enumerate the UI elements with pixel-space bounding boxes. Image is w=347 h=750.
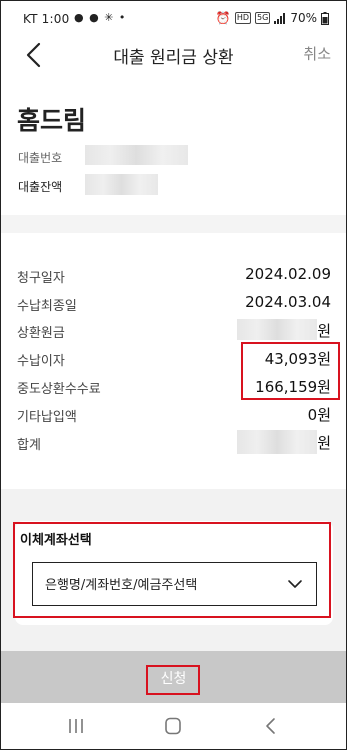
loan-number-masked bbox=[85, 145, 188, 165]
loan-balance-label: 대출잔액 bbox=[18, 180, 63, 194]
detail-value: 2024.03.04 bbox=[245, 293, 331, 311]
status-time: KT 1:00 bbox=[23, 12, 70, 26]
alarm-icon: ⏰ bbox=[215, 11, 231, 25]
home-icon[interactable] bbox=[163, 717, 183, 735]
app-screen: KT 1:00 ● ● ✳ • ⏰ HD 5G 70% 대출 원리금 상환 취소… bbox=[0, 0, 347, 750]
5g-icon: 5G bbox=[255, 12, 271, 24]
detail-label: 상환원금 bbox=[17, 326, 65, 341]
recents-icon[interactable] bbox=[66, 717, 86, 735]
highlight-box-apply bbox=[146, 665, 200, 695]
hd-icon: HD bbox=[234, 12, 252, 24]
loan-number-label: 대출번호 bbox=[18, 151, 63, 165]
detail-row-other-payment: 기타납입액 0원 bbox=[17, 404, 331, 425]
detail-value: 0원 bbox=[307, 406, 331, 424]
total-masked bbox=[237, 430, 317, 454]
detail-value: 원 bbox=[317, 434, 331, 452]
cancel-button[interactable]: 취소 bbox=[303, 43, 331, 64]
app-header: 대출 원리금 상환 취소 bbox=[1, 35, 346, 73]
detail-row-final-due-date: 수납최종일 2024.03.04 bbox=[17, 293, 331, 314]
battery-percent: 70% bbox=[290, 11, 317, 25]
detail-label: 중도상환수수료 bbox=[17, 382, 101, 397]
highlight-box-amounts bbox=[241, 342, 340, 400]
signal-icon bbox=[274, 12, 286, 24]
detail-value: 원 bbox=[317, 322, 331, 340]
status-bar: KT 1:00 ● ● ✳ • ⏰ HD 5G 70% bbox=[1, 1, 346, 35]
status-right: ⏰ HD 5G 70% bbox=[216, 11, 329, 25]
principal-masked bbox=[237, 319, 317, 340]
back-icon[interactable] bbox=[261, 717, 281, 735]
loan-balance-masked bbox=[85, 174, 158, 195]
lender-name: 홈드림 bbox=[17, 106, 87, 135]
detail-label: 합계 bbox=[17, 438, 41, 453]
page-title: 대출 원리금 상환 bbox=[113, 48, 234, 68]
section-divider bbox=[1, 215, 346, 233]
battery-icon bbox=[321, 11, 329, 25]
detail-label: 청구일자 bbox=[17, 271, 65, 286]
detail-value: 2024.02.09 bbox=[245, 265, 331, 283]
detail-label: 기타납입액 bbox=[17, 410, 77, 425]
detail-label: 수납이자 bbox=[17, 354, 65, 369]
detail-label: 수납최종일 bbox=[17, 299, 77, 314]
notification-icons: ● ● ✳ • bbox=[74, 11, 127, 24]
highlight-box-account bbox=[13, 522, 331, 618]
detail-row-billing-date: 청구일자 2024.02.09 bbox=[17, 265, 331, 286]
